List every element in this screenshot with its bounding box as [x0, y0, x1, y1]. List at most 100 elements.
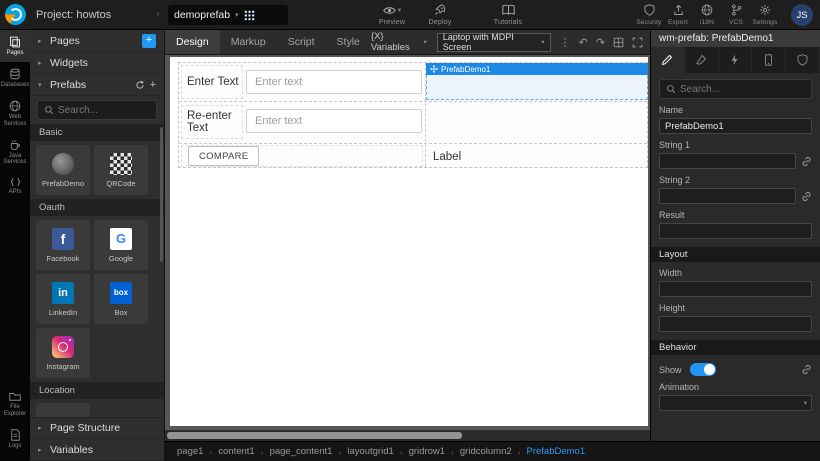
result-label: Result: [659, 210, 812, 220]
fullscreen-button[interactable]: [632, 37, 643, 48]
nav-item-web-services[interactable]: Web Services: [0, 94, 30, 133]
project-label: Project: howtos: [36, 9, 111, 21]
caret-down-icon: ▾: [235, 11, 239, 19]
breadcrumb-item[interactable]: page1: [177, 446, 203, 457]
prefab-tile-box[interactable]: box Box: [94, 274, 148, 324]
width-label: Width: [659, 268, 812, 278]
breadcrumb-item[interactable]: layoutgrid1: [347, 446, 393, 457]
app-selector[interactable]: demoprefab ▾: [168, 5, 288, 25]
left-panel-scrollbar[interactable]: [160, 127, 163, 262]
bind-icon[interactable]: [801, 191, 812, 202]
reenter-text-label[interactable]: Re-enter Text: [181, 105, 243, 139]
selected-prefab-cell[interactable]: [426, 75, 648, 100]
export-button[interactable]: Export: [665, 3, 691, 26]
grid-view-icon: [613, 37, 624, 48]
section-page-structure[interactable]: ▸ Page Structure: [30, 417, 164, 439]
section-pages[interactable]: ▸ Pages +: [30, 30, 164, 52]
vcs-button[interactable]: VCS: [723, 3, 749, 26]
prefab-tile-qrcode[interactable]: QRCode: [94, 145, 148, 195]
tab-styles[interactable]: [685, 47, 719, 73]
tab-design[interactable]: Design: [165, 30, 220, 54]
string1-input[interactable]: [659, 153, 796, 169]
prefab-tile-location[interactable]: [36, 403, 90, 417]
redo-button[interactable]: ↷: [596, 36, 605, 49]
compare-button[interactable]: COMPARE: [188, 146, 259, 166]
bind-icon[interactable]: [801, 156, 812, 167]
left-panel: ▸ Pages + ▸ Widgets ▾ Prefabs + Basic Pr…: [30, 30, 165, 461]
chevron-right-icon: ›: [156, 8, 160, 20]
prefab-tile-linkedin[interactable]: in LinkedIn: [36, 274, 90, 324]
canvas-label-widget[interactable]: Label: [433, 151, 461, 163]
add-page-button[interactable]: +: [142, 34, 156, 48]
nav-item-apis[interactable]: APIs: [0, 171, 30, 201]
nav-item-databases[interactable]: Databases: [0, 62, 30, 94]
properties-search[interactable]: [659, 79, 812, 99]
device-selector[interactable]: Laptop with MDPI Screen ▾: [437, 33, 551, 52]
user-avatar[interactable]: JS: [791, 4, 813, 26]
wavemaker-logo-icon[interactable]: [5, 4, 26, 25]
prefab-tile-instagram[interactable]: Instagram: [36, 328, 90, 378]
left-nav-rail: Pages Databases Web Services Java Servic…: [0, 30, 30, 461]
add-prefab-icon[interactable]: +: [150, 79, 156, 91]
canvas-grid-button[interactable]: [613, 37, 624, 48]
prefab-tile-google[interactable]: G Google: [94, 220, 148, 270]
properties-search-input[interactable]: [680, 84, 805, 95]
name-input[interactable]: [659, 118, 812, 134]
deploy-button[interactable]: Deploy: [418, 3, 462, 26]
preview-label: Preview: [370, 19, 414, 26]
kebab-menu-button[interactable]: ⋮: [560, 36, 571, 49]
tab-properties[interactable]: [651, 47, 685, 73]
show-toggle[interactable]: [690, 363, 716, 376]
settings-button[interactable]: Settings: [752, 3, 778, 26]
animation-select[interactable]: ▾: [659, 395, 812, 411]
breadcrumb-item[interactable]: gridrow1: [409, 446, 445, 457]
string2-input[interactable]: [659, 188, 796, 204]
variables-button[interactable]: {X} Variables ▾: [371, 30, 427, 54]
section-prefabs[interactable]: ▾ Prefabs +: [30, 74, 164, 96]
tab-script[interactable]: Script: [277, 30, 326, 54]
text-input-2[interactable]: [246, 109, 422, 133]
result-input[interactable]: [659, 223, 812, 239]
layout-grid[interactable]: Enter Text Re-enter Text COMPARE Label P…: [178, 62, 648, 168]
width-input[interactable]: [659, 281, 812, 297]
nav-label: Web Services: [1, 114, 29, 128]
nav-spacer: [0, 201, 30, 385]
tab-device[interactable]: [752, 47, 786, 73]
prefab-tile-prefabdemo[interactable]: PrefabDemo: [36, 145, 90, 195]
bind-icon[interactable]: [801, 364, 812, 375]
tutorials-button[interactable]: Tutorials: [486, 3, 530, 26]
nav-item-pages[interactable]: Pages: [0, 30, 30, 62]
tab-events[interactable]: [719, 47, 753, 73]
text-input-1[interactable]: [246, 70, 422, 94]
nav-item-logs[interactable]: Logs: [0, 423, 30, 455]
scrollbar-thumb[interactable]: [167, 432, 462, 439]
preview-button[interactable]: ▾ Preview: [370, 3, 414, 26]
selection-tag[interactable]: PrefabDemo1: [426, 63, 648, 75]
nav-item-java-services[interactable]: Java Services: [0, 133, 30, 172]
design-canvas[interactable]: Enter Text Re-enter Text COMPARE Label P…: [170, 57, 648, 426]
editor-toolbar: Design Markup Script Style {X} Variables…: [165, 30, 650, 55]
prefab-search[interactable]: [37, 100, 157, 120]
breadcrumb-item[interactable]: content1: [218, 446, 254, 457]
pencil-icon: [661, 54, 673, 66]
section-widgets[interactable]: ▸ Widgets: [30, 52, 164, 74]
prefab-tile-facebook[interactable]: f Facebook: [36, 220, 90, 270]
prefab-search-input[interactable]: [58, 105, 150, 116]
section-variables[interactable]: ▸ Variables: [30, 439, 164, 461]
tab-style[interactable]: Style: [326, 30, 371, 54]
refresh-icon[interactable]: [135, 80, 145, 90]
canvas-horizontal-scrollbar[interactable]: [165, 430, 650, 441]
tab-markup[interactable]: Markup: [220, 30, 277, 54]
pages-icon: [9, 36, 21, 48]
security-button[interactable]: Security: [636, 3, 662, 26]
i18n-button[interactable]: i18N: [694, 3, 720, 26]
breadcrumb-item[interactable]: page_content1: [270, 446, 333, 457]
enter-text-label[interactable]: Enter Text: [181, 65, 243, 99]
breadcrumb-separator-icon: ›: [261, 447, 264, 457]
height-input[interactable]: [659, 316, 812, 332]
undo-button[interactable]: ↶: [579, 36, 588, 49]
breadcrumb-item[interactable]: gridcolumn2: [460, 446, 512, 457]
tab-security[interactable]: [786, 47, 820, 73]
breadcrumb-item-selected[interactable]: PrefabDemo1: [526, 446, 585, 457]
nav-item-file-explorer[interactable]: File Explorer: [0, 385, 30, 423]
